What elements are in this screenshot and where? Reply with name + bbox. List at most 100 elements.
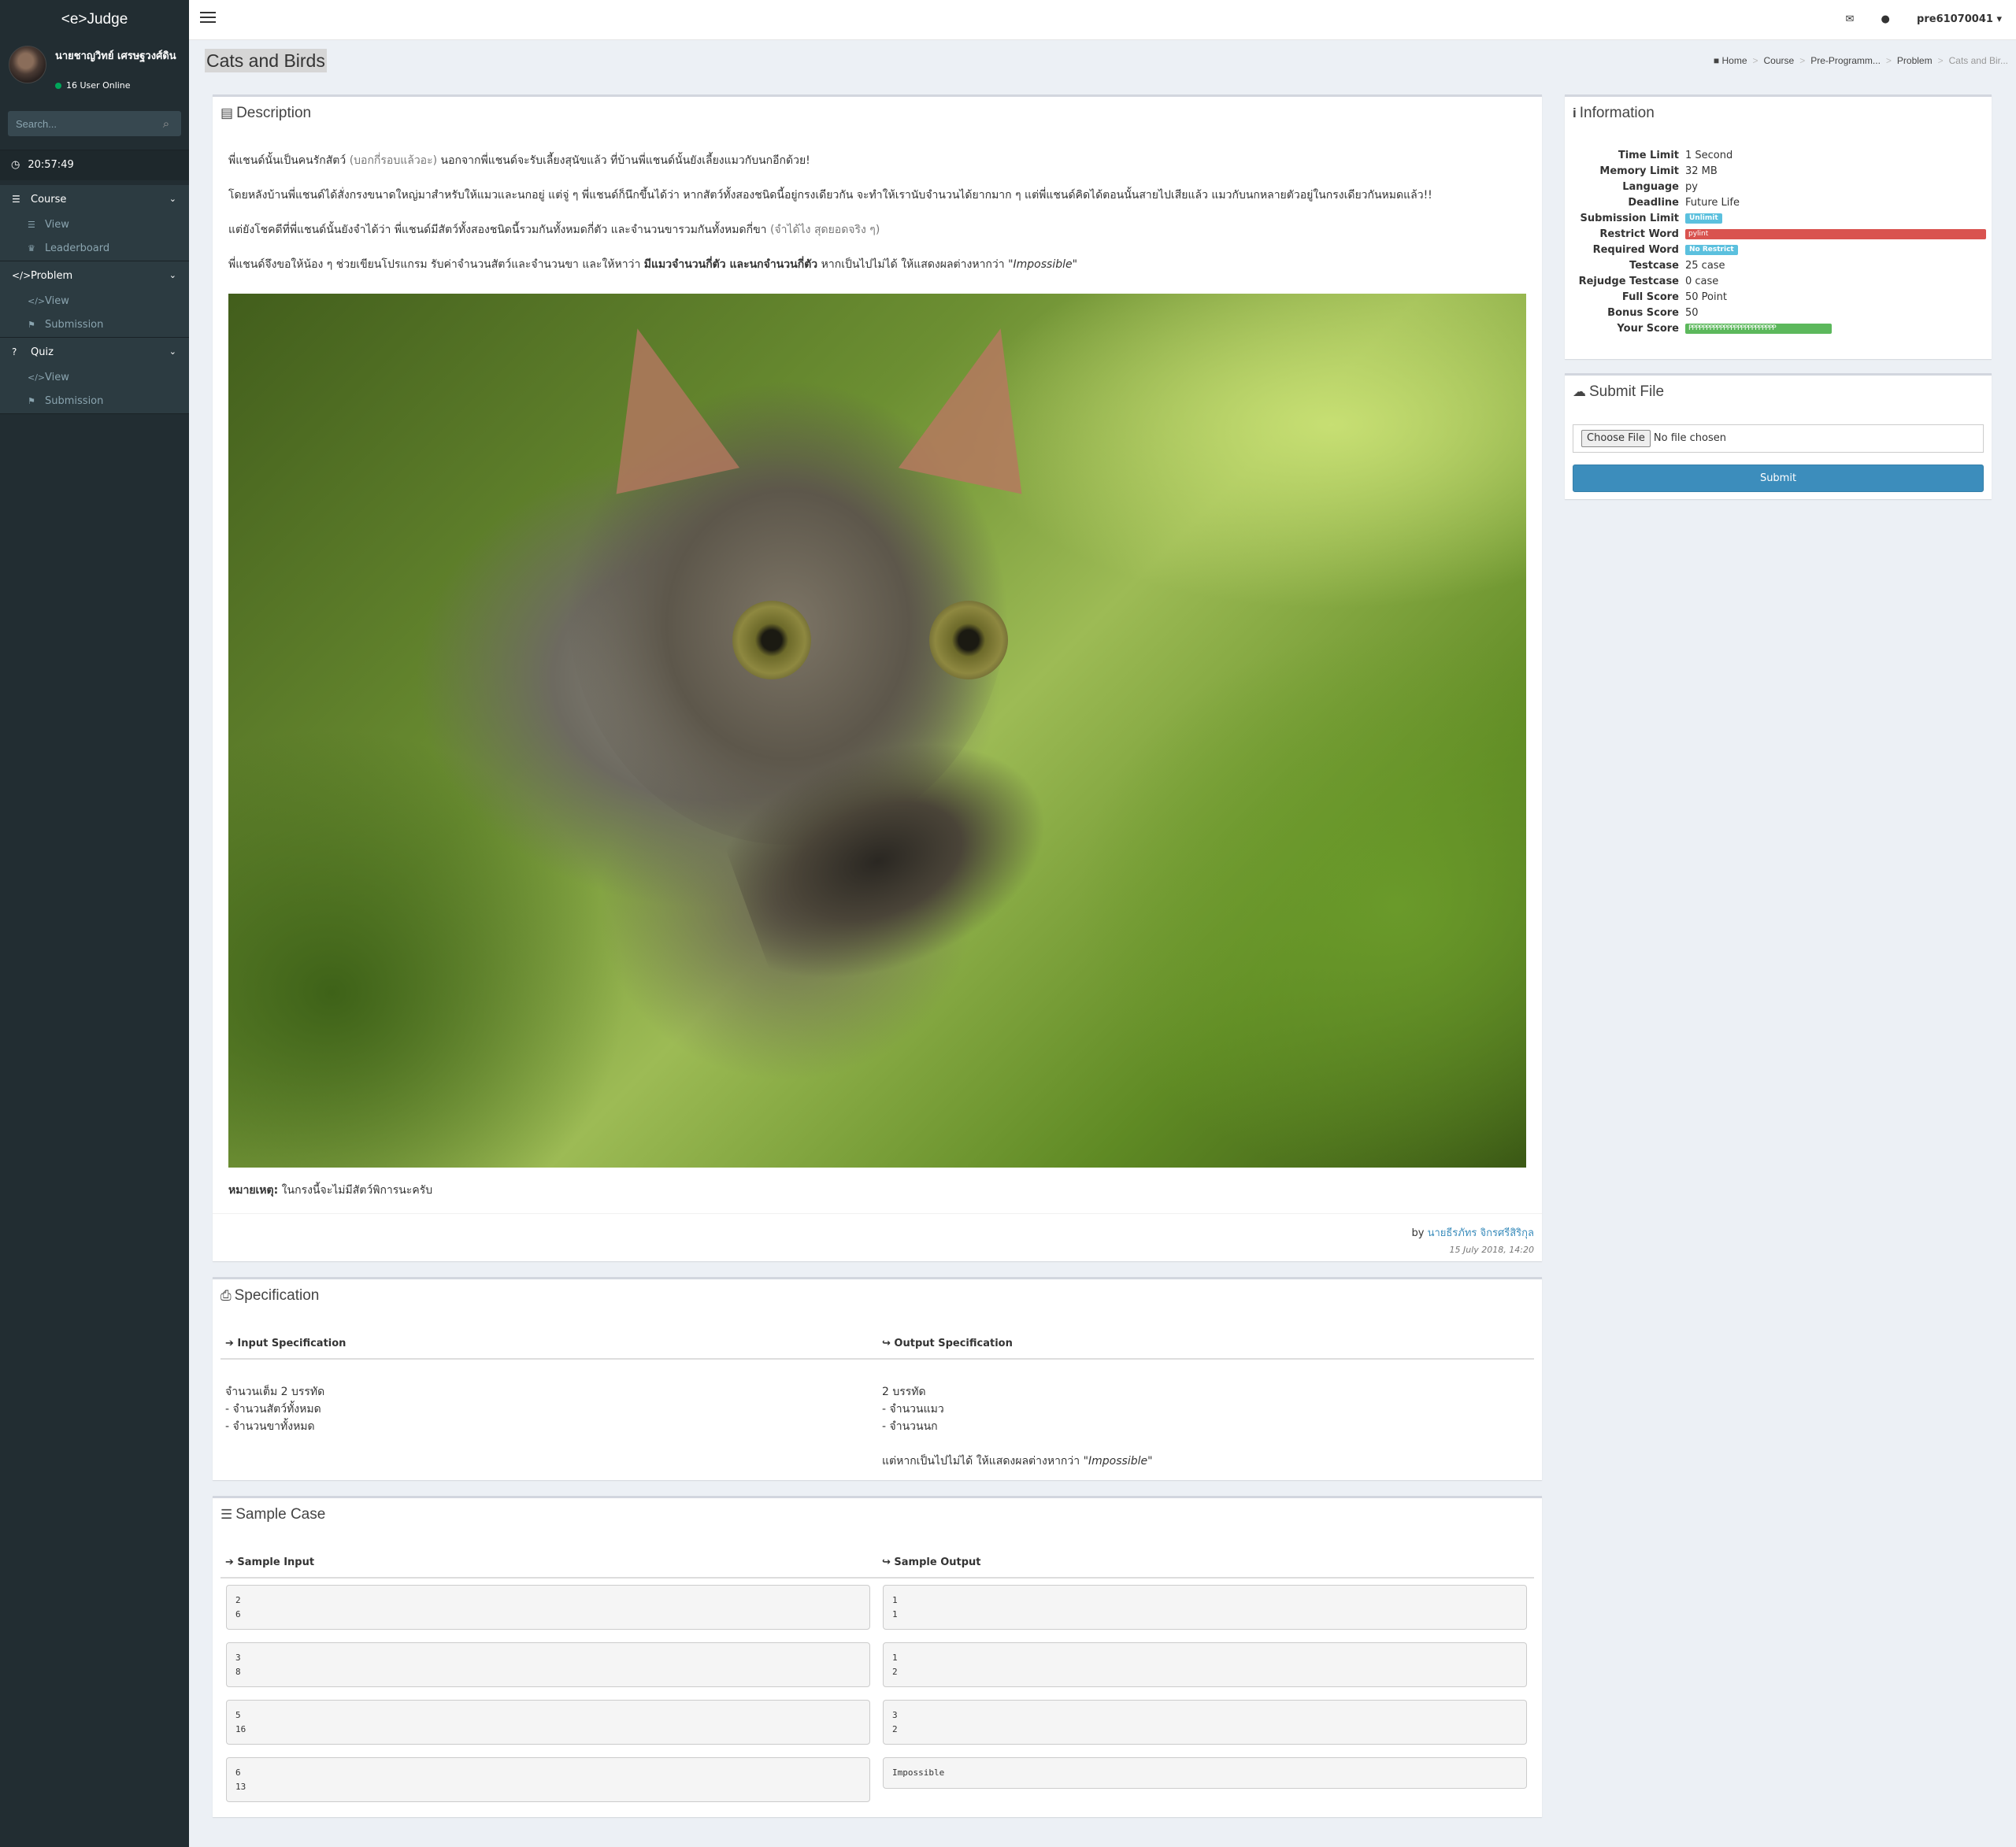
info-row-required-word: Required Word No Restrict: [1573, 242, 1986, 258]
info-row-time-limit: Time Limit 1 Second: [1618, 150, 1733, 161]
sample-case-box: ☰ Sample Case ➔ Sample Input ↪ Sample Out…: [213, 1496, 1542, 1817]
info-row-rejudge-testcase: Rejudge Testcase 0 case: [1578, 276, 1719, 287]
sample-output-heading: ↪ Sample Output: [882, 1556, 981, 1568]
sidebar-item-label: View: [45, 219, 69, 231]
sample-input-1[interactable]: 2 6: [226, 1585, 870, 1630]
sample-input-2[interactable]: 3 8: [226, 1642, 870, 1687]
list-ol-icon: ☰: [220, 1507, 233, 1522]
sample-output-2[interactable]: 1 2: [883, 1642, 1527, 1687]
quiz-submenu: </>View ⚑ Submission: [0, 366, 189, 413]
app-logo[interactable]: <e>Judge: [0, 0, 189, 39]
breadcrumb-home[interactable]: Home: [1721, 55, 1747, 66]
sign-in-icon: ➔: [225, 1556, 238, 1568]
page-title: Cats and Birds: [205, 49, 327, 72]
input-spec-text: จำนวนเต็ม 2 บรรทัด - จำนวนสัตว์ทั้งหมด -…: [225, 1386, 325, 1433]
avatar: [9, 46, 46, 83]
online-dot-icon: [55, 83, 61, 89]
username: pre61070041: [1917, 13, 1993, 25]
flag-icon: ⚑: [28, 396, 35, 406]
sidebar-item-label: View: [45, 372, 69, 383]
sample-output-1[interactable]: 1 1: [883, 1585, 1527, 1630]
caret-down-icon: ▾: [1996, 13, 2002, 25]
cat-bird-photo: [228, 294, 1526, 1168]
problem-date: 15 July 2018, 14:20: [1449, 1245, 1534, 1255]
sign-out-icon: ↪: [882, 1556, 895, 1568]
submit-file-box: ☁ Submit File Choose File No file chosen S…: [1565, 373, 1992, 499]
breadcrumb-problem[interactable]: Problem: [1897, 55, 1933, 66]
code-icon: </>: [28, 372, 46, 383]
user-panel: นายชาญวิทย์ เศรษฐวงศ์ดิน: [0, 39, 189, 110]
box-title-text: Description: [236, 105, 312, 121]
info-row-deadline: Deadline Future Life: [1628, 197, 1740, 209]
clock-icon: ◷: [11, 159, 20, 171]
code-icon: </>: [28, 296, 46, 306]
sidebar-item-leaderboard[interactable]: ♛ Leaderboard: [0, 237, 189, 261]
user-menu[interactable]: pre61070041 ▾: [1917, 0, 2002, 39]
chevron-down-icon: ⌄: [169, 194, 176, 204]
globe-icon[interactable]: ●: [1881, 0, 1890, 39]
sample-output-3[interactable]: 3 2: [883, 1700, 1527, 1745]
information-box: i Information Time Limit 1 Second Memory L…: [1565, 94, 1992, 359]
breadcrumb-course[interactable]: Course: [1764, 55, 1795, 66]
sidebar-item-problem-view[interactable]: </>View: [0, 290, 189, 313]
code-icon: </>: [12, 270, 32, 281]
sidebar-item-label: Leaderboard: [45, 242, 110, 254]
sidebar-item-label: Course: [31, 194, 67, 205]
menu-group-problem: </>Problem ⌄ </>View ⚑ Submission: [0, 261, 189, 338]
input-spec-heading: ➔ Input Specification: [225, 1338, 346, 1349]
sample-input-4[interactable]: 6 13: [226, 1757, 870, 1802]
sample-case-title: ☰ Sample Case: [220, 1506, 325, 1523]
sidebar-item-label: View: [45, 295, 69, 307]
chevron-down-icon: ⌄: [169, 346, 176, 357]
menu-group-course: ☰ Course ⌄ ☰ View ♛ Leaderboard: [0, 185, 189, 261]
box-title-text: Sample Case: [235, 1506, 326, 1523]
info-row-language: Language py: [1622, 181, 1698, 193]
content-header: Cats and Birds ■ Home > Course > Pre-Program…: [205, 49, 2008, 77]
description-paragraph: แต่ยังโชคดีที่พี่แชนด์นั้นยังจำได้ว่า พี…: [228, 224, 880, 236]
output-spec-note: แต่หากเป็นไปไม่ได้ ให้แสดงผลต่างหากว่า "…: [882, 1455, 1153, 1468]
sidebar-item-quiz-view[interactable]: </>View: [0, 366, 189, 390]
sidebar-item-quiz-submission[interactable]: ⚑ Submission: [0, 390, 189, 413]
info-row-testcase: Testcase 25 case: [1629, 260, 1725, 272]
course-submenu: ☰ View ♛ Leaderboard: [0, 213, 189, 261]
description-box: ▤ Description พี่แชนด์นั้นเป็นคนรักสัตว์ …: [213, 94, 1542, 1261]
list-icon: ☰: [12, 194, 20, 205]
sidebar-item-quiz[interactable]: ? Quiz ⌄: [0, 338, 189, 366]
description-paragraph: พี่แชนด์จึงขอให้น้อง ๆ ช่วยเขียนโปรแกรม …: [228, 258, 1078, 271]
score-result-bar: PPPPPPPPPPPPPPPPPPPPPPPPP: [1685, 324, 1832, 334]
sidebar-search: ⌕: [8, 111, 181, 136]
description-paragraph: พี่แชนด์นั้นเป็นคนรักสัตว์ (บอกกี่รอบแล้…: [228, 154, 810, 167]
envelope-icon[interactable]: ✉: [1846, 0, 1855, 39]
breadcrumb-course-name[interactable]: Pre-Programm...: [1810, 55, 1881, 66]
submit-button[interactable]: Submit: [1573, 465, 1984, 492]
sidebar-item-label: Submission: [45, 395, 104, 407]
file-input[interactable]: Choose File No file chosen: [1573, 424, 1984, 453]
required-word-badge: No Restrict: [1685, 245, 1738, 255]
author-link[interactable]: นายธีรภัทร จิกรศรีสิริกุล: [1428, 1227, 1534, 1239]
online-count: 16 User Online: [66, 80, 131, 91]
search-icon[interactable]: ⌕: [151, 111, 181, 136]
trophy-icon: ♛: [28, 243, 35, 254]
submit-file-title: ☁ Submit File: [1573, 383, 1664, 401]
specification-box: ⎙ Specification ➔ Input Specification ↪ O…: [213, 1277, 1542, 1480]
cloud-upload-icon: ☁: [1573, 384, 1586, 399]
sidebar-item-problem[interactable]: </>Problem ⌄: [0, 261, 189, 290]
choose-file-button[interactable]: Choose File: [1581, 430, 1651, 447]
question-icon: ?: [12, 346, 17, 357]
user-name: นายชาญวิทย์ เศรษฐวงศ์ดิน: [55, 50, 176, 62]
file-status: No file chosen: [1653, 432, 1726, 444]
sample-output-4[interactable]: Impossible: [883, 1757, 1527, 1789]
search-input[interactable]: [8, 111, 150, 136]
navbar-right: ✉ ● pre61070041 ▾: [1822, 0, 2003, 39]
sidebar-item-problem-submission[interactable]: ⚑ Submission: [0, 313, 189, 337]
problem-submenu: </>View ⚑ Submission: [0, 290, 189, 337]
menu-toggle-icon[interactable]: [200, 12, 216, 26]
sidebar: <e>Judge นายชาญวิทย์ เศรษฐวงศ์ดิน 16 Use…: [0, 0, 189, 1847]
sidebar-item-course-view[interactable]: ☰ View: [0, 213, 189, 237]
sidebar-item-label: Problem: [31, 270, 73, 282]
sidebar-item-course[interactable]: ☰ Course ⌄: [0, 185, 189, 213]
info-row-your-score: Your Score PPPPPPPPPPPPPPPPPPPPPPPPP: [1573, 321, 1986, 337]
sample-input-3[interactable]: 5 16: [226, 1700, 870, 1745]
newspaper-icon: ▤: [220, 105, 234, 120]
description-title: ▤ Description: [220, 105, 311, 122]
